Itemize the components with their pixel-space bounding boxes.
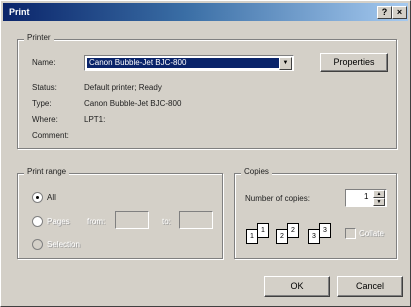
comment-label: Comment: [32,131,69,140]
copies-group: Copies [234,167,397,259]
radio-pages-label: Pages [47,217,70,226]
properties-button[interactable]: Properties [320,53,388,72]
status-label: Status: [32,83,57,92]
where-value: LPT1: [84,115,106,124]
printer-group-label: Printer [24,33,54,42]
radio-selection-label: Selection [47,240,80,249]
from-input[interactable] [115,211,149,229]
close-button[interactable]: × [392,6,407,19]
radio-selection[interactable] [32,239,43,250]
status-value: Default printer; Ready [84,83,162,92]
cancel-button[interactable]: Cancel [337,276,403,297]
printer-name-select[interactable]: Canon Bubble-Jet BJC-800 ▼ [84,55,294,71]
number-of-copies-label: Number of copies: [245,194,310,203]
radio-all-label: All [47,193,56,202]
arrow-up-icon[interactable]: ▲ [373,190,385,198]
where-label: Where: [32,115,58,124]
copies-group-label: Copies [241,167,272,176]
help-button[interactable]: ? [377,6,392,19]
print-dialog: Print ? × Printer Name: Canon Bubble-Jet… [0,0,411,307]
print-range-group-label: Print range [24,167,70,176]
printer-name-value: Canon Bubble-Jet BJC-800 [87,58,279,68]
to-label: to: [162,217,171,226]
window-title: Print [9,7,30,17]
page-icon: 2 [287,223,299,238]
to-input[interactable] [179,211,213,229]
collate-checkbox[interactable] [345,228,356,239]
page-icon: 1 [257,223,269,238]
type-value: Canon Bubble-Jet BJC-800 [84,99,182,108]
page-icon: 3 [319,223,331,238]
printer-name-label: Name: [32,58,56,67]
copies-input[interactable]: 1 ▲ ▼ [345,189,387,207]
ok-button[interactable]: OK [264,276,330,297]
type-label: Type: [32,99,52,108]
from-label: from: [87,217,106,226]
arrow-down-icon[interactable]: ▼ [373,198,385,206]
collate-label: Collate [359,229,384,238]
copies-value: 1 [364,192,369,201]
chevron-down-icon[interactable]: ▼ [279,57,292,70]
radio-all[interactable] [32,192,43,203]
title-bar[interactable]: Print ? × [3,3,408,21]
radio-pages[interactable] [32,216,43,227]
